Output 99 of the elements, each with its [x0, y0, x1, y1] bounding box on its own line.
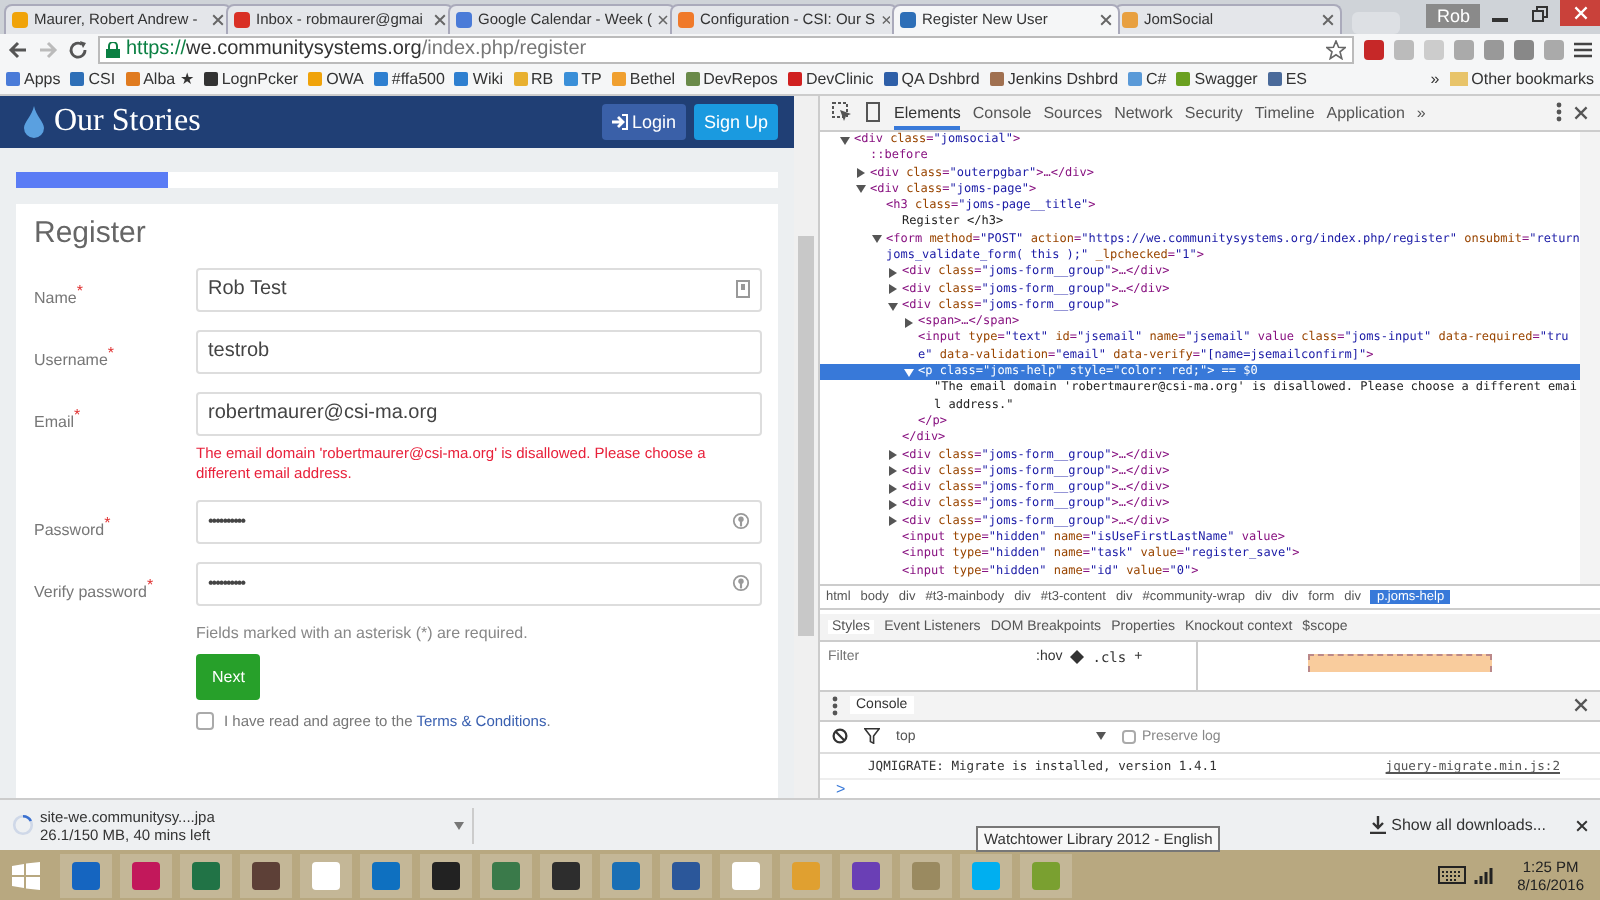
field-label: Verify password	[34, 583, 147, 602]
bookmark[interactable]: Wiki	[454, 70, 504, 89]
required-mark: *	[104, 513, 111, 532]
bookmark[interactable]: C#	[1128, 70, 1167, 89]
caret-icon[interactable]	[454, 821, 464, 830]
bookmark[interactable]: Alba ★	[125, 70, 194, 89]
signal-icon[interactable]	[1473, 865, 1494, 886]
devtools-tab[interactable]: Console	[972, 95, 1032, 130]
extension-icon[interactable]	[1514, 39, 1534, 60]
close-icon[interactable]	[1574, 105, 1588, 120]
caret-icon[interactable]	[1096, 732, 1106, 741]
progress-ring-icon	[12, 814, 34, 837]
reload-icon[interactable]	[68, 39, 88, 60]
collapsed-arrow-icon[interactable]	[856, 168, 866, 179]
menu-icon[interactable]	[1574, 41, 1592, 58]
lock-icon	[106, 41, 120, 58]
water-drop-icon	[24, 105, 44, 138]
taskbar-button[interactable]	[660, 853, 712, 898]
restore-icon[interactable]	[1532, 5, 1548, 21]
bookmark[interactable]: Bethel	[611, 70, 676, 89]
autofill-icon[interactable]	[736, 280, 750, 299]
bookmark[interactable]: Apps	[6, 70, 61, 89]
close-tab-icon[interactable]	[434, 13, 446, 26]
extension-icon[interactable]	[1484, 39, 1504, 60]
bookmark[interactable]: CSI	[70, 70, 116, 89]
bookmark[interactable]: QA Dshbrd	[883, 70, 980, 89]
bookmark[interactable]: TP	[563, 70, 602, 89]
close-tab-icon[interactable]	[881, 13, 890, 26]
devtools-tab[interactable]: Network	[1114, 95, 1173, 130]
field-label: Email	[34, 413, 75, 432]
checkbox[interactable]	[1122, 729, 1136, 744]
close-tab-icon[interactable]	[1322, 13, 1334, 26]
expanded-arrow-icon[interactable]	[888, 301, 898, 312]
star-icon[interactable]	[1326, 39, 1346, 60]
input-field[interactable]: ••••••••••	[196, 561, 762, 606]
expanded-arrow-icon[interactable]	[856, 184, 866, 195]
taskbar-button[interactable]	[840, 853, 892, 898]
device-icon[interactable]	[864, 102, 882, 123]
collapsed-arrow-icon[interactable]	[904, 317, 914, 328]
bookmark[interactable]: LognPcker	[203, 70, 299, 89]
keyboard-icon[interactable]	[1437, 866, 1466, 885]
bookmark[interactable]: Jenkins Dshbrd	[989, 70, 1119, 89]
bookmark[interactable]: #ffa500	[373, 70, 445, 89]
required-mark: *	[74, 405, 81, 424]
close-window-icon[interactable]	[1573, 6, 1587, 20]
bookmark[interactable]: ES	[1267, 70, 1307, 89]
close-tab-icon[interactable]	[658, 13, 668, 26]
inspect-icon[interactable]	[832, 102, 852, 123]
more-bookmarks-button[interactable]: »	[1430, 70, 1440, 89]
close-tab-icon[interactable]	[1100, 13, 1112, 26]
bookmark[interactable]: OWA	[308, 70, 364, 89]
more-tabs-button[interactable]: »	[1416, 95, 1426, 130]
devtools-tab[interactable]: Sources	[1043, 95, 1103, 130]
field-label: Name	[34, 289, 77, 308]
close-tab-icon[interactable]	[212, 13, 224, 26]
close-icon[interactable]	[1576, 819, 1588, 832]
more-options-icon[interactable]	[1556, 102, 1562, 123]
color-palette-icon[interactable]	[1070, 649, 1085, 664]
devtools-tab[interactable]: Application	[1326, 95, 1405, 130]
devtools-tab[interactable]: Elements	[894, 95, 961, 130]
bookmark[interactable]: DevRepos	[685, 70, 778, 89]
field-label: Username	[34, 351, 108, 370]
bookmark[interactable]: RB	[513, 70, 554, 89]
address-bar[interactable]: https://we.communitysystems.org/index.php/register	[98, 35, 1354, 64]
devtools-tab[interactable]: Security	[1184, 95, 1243, 130]
site-title[interactable]: Our Stories	[54, 103, 201, 140]
scrollbar[interactable]	[794, 95, 818, 799]
bookmark[interactable]: Swagger	[1176, 70, 1258, 89]
bookmark[interactable]: DevClinic	[787, 70, 874, 89]
required-mark: *	[146, 575, 154, 594]
taskbar-button[interactable]	[540, 853, 592, 898]
devtools-tab[interactable]: Timeline	[1254, 95, 1315, 130]
input-field[interactable]: testrob	[196, 329, 762, 374]
back-icon[interactable]	[8, 39, 28, 60]
taskbar-button[interactable]	[420, 853, 472, 898]
console-prompt[interactable]: >	[836, 779, 846, 798]
taskbar-button[interactable]	[240, 853, 292, 898]
page-heading: Register	[34, 215, 148, 250]
login-button[interactable]: Login	[601, 103, 686, 140]
input-field[interactable]: Rob Test	[196, 267, 762, 312]
required-mark: *	[107, 343, 115, 362]
show-all-downloads-link[interactable]: Show all downloads...	[1391, 816, 1546, 835]
filter-icon[interactable]	[864, 728, 880, 745]
more-options-icon[interactable]	[832, 695, 838, 716]
sign-in-icon	[611, 113, 628, 130]
close-icon[interactable]	[1574, 698, 1588, 713]
required-note: Fields marked with an asterisk (*) are required.	[196, 623, 528, 642]
input-field[interactable]: ••••••••••	[196, 499, 762, 544]
required-mark: *	[76, 281, 83, 300]
extension-icon[interactable]	[1364, 39, 1384, 60]
clear-icon[interactable]	[832, 728, 848, 745]
bookmark-folder[interactable]: Other bookmarks	[1449, 70, 1594, 89]
input-field[interactable]: robertmaurer@csi-ma.org	[196, 391, 762, 436]
field-label: Password	[34, 521, 105, 540]
expanded-arrow-icon[interactable]	[904, 367, 914, 378]
expanded-arrow-icon[interactable]	[840, 135, 850, 146]
download-icon	[1369, 816, 1386, 835]
expanded-arrow-icon[interactable]	[872, 234, 882, 245]
checkbox[interactable]	[196, 711, 214, 730]
